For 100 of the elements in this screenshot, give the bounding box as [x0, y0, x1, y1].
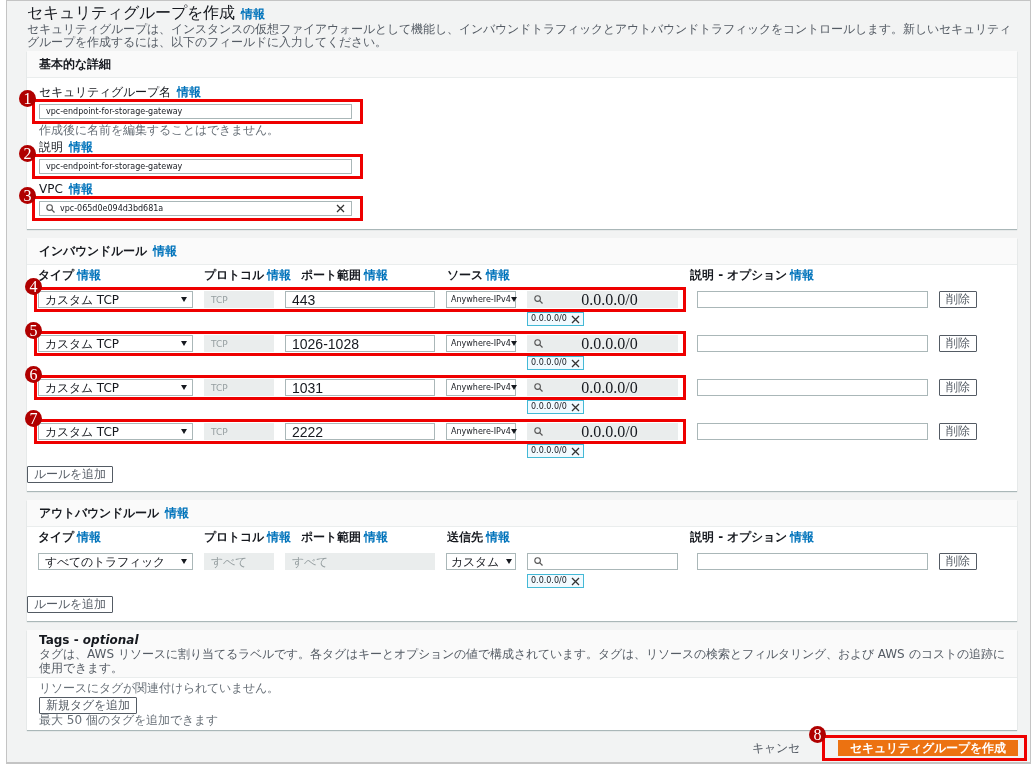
cancel-link[interactable]: キャンセ: [752, 741, 800, 755]
caret-icon: [510, 385, 517, 390]
delete-button[interactable]: 削除: [939, 379, 977, 396]
delete-button[interactable]: 削除: [939, 423, 977, 440]
type-select[interactable]: カスタム TCP: [38, 291, 193, 308]
add-rule-button[interactable]: ルールを追加: [27, 596, 113, 613]
column-header: ソース: [447, 268, 483, 282]
delete-button[interactable]: 削除: [939, 291, 977, 308]
field-label: 説明: [39, 140, 63, 154]
remove-icon[interactable]: [570, 446, 580, 456]
type-select[interactable]: カスタム TCP: [38, 379, 193, 396]
info-link[interactable]: 情報: [165, 506, 189, 520]
source-select[interactable]: Anywhere-IPv4: [446, 379, 516, 396]
search-icon: [534, 295, 543, 304]
description-field[interactable]: [697, 379, 928, 396]
panel-description: タグは、AWS リソースに割り当てるラベルです。各タグはキーとオプションの値で構成されています。タグは、リソースの検索とフィルタリング、および AWS のコストの追跡に使用できます。: [39, 647, 1005, 675]
callout-badge: 8: [809, 726, 826, 743]
caret-icon: [181, 429, 187, 434]
search-icon: [534, 339, 543, 348]
input-field[interactable]: vpc-endpoint-for-storage-gateway: [39, 159, 352, 174]
caret-icon: [181, 559, 187, 564]
source-select[interactable]: Anywhere-IPv4: [446, 335, 516, 352]
add-tag-button[interactable]: 新規タグを追加: [39, 697, 137, 714]
panel-title: アウトバウンドルール: [39, 506, 159, 520]
source-select[interactable]: カスタム: [446, 553, 516, 570]
search-icon: [534, 427, 543, 436]
delete-button[interactable]: 削除: [939, 335, 977, 352]
field-hint: 最大 50 個のタグを追加できます: [39, 714, 219, 727]
delete-button[interactable]: 削除: [939, 553, 977, 570]
column-header: タイプ: [38, 530, 74, 544]
callout-badge: 7: [25, 410, 42, 427]
remove-icon[interactable]: [570, 576, 580, 586]
remove-icon[interactable]: [570, 402, 580, 412]
info-link[interactable]: 情報: [177, 85, 201, 99]
empty-message: リソースにタグが関連付けられていません。: [39, 681, 280, 695]
info-link[interactable]: 情報: [77, 530, 101, 544]
description-field[interactable]: [697, 291, 928, 308]
info-link[interactable]: 情報: [790, 530, 815, 544]
protocol-field: すべて: [204, 553, 274, 570]
add-rule-button[interactable]: ルールを追加: [27, 466, 113, 483]
page-description: セキュリティグループは、インスタンスの仮想ファイアウォールとして機能し、インバウンドトラフィックとアウトバウンドトラフィックをコントロールします。新しいセキュリティグループを作成するには、以下のフィールドに入力してください。: [27, 23, 1012, 49]
info-link[interactable]: 情報: [68, 182, 93, 196]
column-header: 送信先: [447, 530, 483, 544]
column-header: 説明 - オプション: [690, 530, 788, 544]
search-field[interactable]: vpc-065d0e094d3bd681a: [39, 201, 352, 216]
port-range-field[interactable]: 1026-1028: [285, 335, 435, 352]
port-range-field[interactable]: 2222: [285, 423, 435, 440]
info-link[interactable]: 情報: [364, 268, 388, 282]
info-link[interactable]: 情報: [69, 140, 93, 154]
info-link[interactable]: 情報: [153, 244, 177, 258]
search-field[interactable]: 0.0.0.0/0: [527, 423, 678, 440]
search-field[interactable]: 0.0.0.0/0: [527, 379, 678, 396]
input-field[interactable]: vpc-endpoint-for-storage-gateway: [39, 104, 352, 119]
port-range-field[interactable]: 443: [285, 291, 435, 308]
callout-badge: 5: [25, 322, 42, 339]
panel-title: インバウンドルール: [39, 244, 147, 258]
cidr-token: 0.0.0.0/0: [527, 312, 584, 326]
description-field[interactable]: [697, 553, 928, 570]
callout-badge: 2: [19, 145, 36, 162]
cidr-token: 0.0.0.0/0: [527, 400, 584, 414]
info-link[interactable]: 情報: [790, 268, 815, 282]
column-header: ポート範囲: [301, 530, 361, 544]
description-field[interactable]: [697, 335, 928, 352]
search-icon: [46, 204, 55, 213]
cidr-token: 0.0.0.0/0: [527, 574, 584, 588]
protocol-field: TCP: [204, 291, 274, 308]
search-field[interactable]: [527, 553, 678, 570]
search-field[interactable]: 0.0.0.0/0: [527, 335, 678, 352]
search-icon: [534, 557, 543, 566]
protocol-field: TCP: [204, 335, 274, 352]
field-label: VPC: [39, 182, 63, 196]
source-select[interactable]: Anywhere-IPv4: [446, 291, 516, 308]
info-link[interactable]: 情報: [364, 530, 388, 544]
protocol-field: TCP: [204, 423, 274, 440]
type-select[interactable]: カスタム TCP: [38, 423, 193, 440]
info-link[interactable]: 情報: [486, 268, 510, 282]
info-link[interactable]: 情報: [267, 530, 291, 544]
field-hint: 作成後に名前を編集することはできません。: [39, 124, 280, 137]
info-link[interactable]: 情報: [241, 7, 265, 21]
panel-title: Tags - optional: [39, 633, 140, 647]
port-range-field[interactable]: 1031: [285, 379, 435, 396]
callout-badge: 1: [19, 90, 36, 107]
caret-icon: [506, 559, 512, 564]
remove-icon[interactable]: [570, 314, 580, 324]
clear-icon[interactable]: [336, 204, 345, 213]
remove-icon[interactable]: [570, 358, 580, 368]
type-select[interactable]: すべてのトラフィック: [38, 553, 193, 570]
source-select[interactable]: Anywhere-IPv4: [446, 423, 516, 440]
search-field[interactable]: 0.0.0.0/0: [527, 291, 678, 308]
cidr-token: 0.0.0.0/0: [527, 444, 584, 458]
info-link[interactable]: 情報: [486, 530, 510, 544]
protocol-field: TCP: [204, 379, 274, 396]
type-select[interactable]: カスタム TCP: [38, 335, 193, 352]
info-link[interactable]: 情報: [77, 268, 101, 282]
cidr-token: 0.0.0.0/0: [527, 356, 584, 370]
description-field[interactable]: [697, 423, 928, 440]
info-link[interactable]: 情報: [267, 268, 291, 282]
caret-icon: [510, 341, 517, 346]
column-header: プロトコル: [204, 268, 264, 282]
panel-title: 基本的な詳細: [39, 57, 112, 71]
